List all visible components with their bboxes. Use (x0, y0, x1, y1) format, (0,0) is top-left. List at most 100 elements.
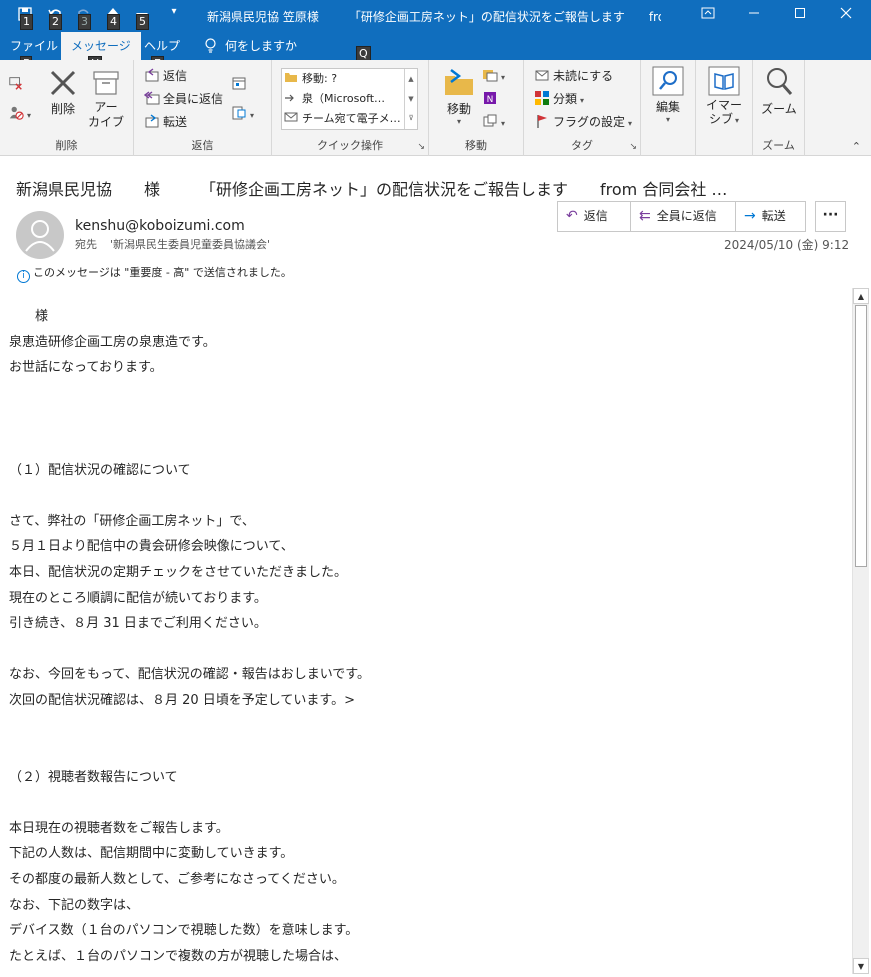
reply-arrow-icon: ↶ (566, 208, 578, 224)
body-line (9, 790, 849, 816)
title-bar: 1 2 3 4 5 ▾ 新潟県民児協 笠原様 「研修企画工房ネット」の配信状況を… (0, 0, 871, 32)
quicksteps-launcher-icon[interactable]: ↘ (417, 142, 425, 152)
minimize-icon[interactable] (731, 0, 777, 30)
body-line: 本日現在の視聴者数をご報告します。 (9, 820, 229, 836)
ribbon-group-tags: 未読にする 分類 ▾ フラグの設定 ▾ タグ ↘ (524, 60, 641, 156)
quickstep-manager-label: 泉（Microsoft… (302, 92, 386, 105)
quicksteps-expand-icon[interactable]: ⊽ (405, 109, 417, 128)
forward-icon (145, 114, 159, 128)
move-button[interactable]: 移動 ▾ (439, 68, 479, 126)
customize-qat-icon[interactable]: ▾ (163, 6, 185, 28)
team-email-icon (284, 112, 298, 122)
info-icon: i (17, 270, 30, 283)
more-actions-button[interactable]: ··· (815, 201, 846, 232)
rules-button[interactable]: ▾ (482, 66, 505, 86)
send-arrow-icon (285, 94, 294, 102)
importance-infobar: i このメッセージは "重要度 - 高" で送信されました。 (17, 264, 292, 283)
header-reply-all-button[interactable]: ⇇ 全員に返信 (631, 202, 735, 231)
maximize-icon[interactable] (777, 0, 823, 30)
scroll-thumb[interactable] (855, 305, 867, 567)
rules-icon (483, 70, 498, 82)
header-reply-label: 返信 (583, 209, 608, 223)
sender-address[interactable]: kenshu@koboizumi.com (75, 218, 245, 234)
ribbon: ▾ 削除 アー カイブ 削除 返信 全員に返信 転送 ▾ 返信 移動: ? 泉（… (0, 60, 871, 156)
ribbon-display-options-icon[interactable] (685, 0, 731, 30)
body-line: たとえば、１台のパソコンで複数の方が視聴した場合は、 (9, 948, 348, 964)
tags-launcher-icon[interactable]: ↘ (629, 142, 637, 152)
tell-me-label: 何をしますか (225, 39, 298, 53)
message-body: 様泉恵造研修企画工房の泉恵造です。 お世話になっております。 （１）配信状況の確認に… (9, 304, 849, 969)
body-line (9, 381, 849, 407)
reply-button[interactable]: 返信 (144, 66, 187, 86)
ignore-icon (9, 77, 22, 90)
svg-text:N: N (487, 95, 494, 105)
immersive-reader-button[interactable]: イマー シブ ▾ (702, 66, 746, 128)
more-respond-icon (232, 106, 246, 120)
quicksteps-up-icon[interactable]: ▲ (405, 69, 417, 89)
quickstep-to-manager[interactable]: 泉（Microsoft… (284, 89, 404, 109)
message-action-bar: ↶ 返信 ⇇ 全員に返信 → 転送 (557, 201, 806, 232)
unread-envelope-icon (535, 70, 549, 81)
collapse-ribbon-icon[interactable]: ⌃ (852, 140, 861, 153)
immersive-reader-icon (708, 66, 740, 96)
body-line (9, 406, 849, 432)
header-reply-button[interactable]: ↶ 返信 (558, 202, 630, 231)
quickstep-team-email[interactable]: チーム宛て電子メ… (284, 109, 404, 129)
junk-button[interactable]: ▾ (8, 104, 31, 124)
zoom-label: ズーム (761, 102, 797, 116)
edit-label: 編集 (655, 100, 680, 114)
window-title: 新潟県民児協 笠原様 「研修企画工房ネット」の配信状況をご報告します fro… (207, 10, 661, 24)
body-line (9, 483, 849, 509)
scroll-up-icon[interactable]: ▲ (853, 288, 869, 304)
reply-all-arrow-icon: ⇇ (639, 208, 651, 224)
body-line: 下記の人数は、配信期間中に変動していきます。 (9, 846, 294, 862)
edit-button[interactable]: 編集 ▾ (649, 66, 687, 124)
scroll-down-icon[interactable]: ▼ (853, 958, 869, 974)
avatar (16, 211, 64, 259)
junk-icon (9, 106, 24, 120)
actions-button[interactable]: ▾ (482, 112, 505, 132)
reply-icon (145, 68, 159, 82)
move-folder-icon (445, 69, 473, 95)
tab-file[interactable]: ファイル (0, 32, 68, 60)
immersive-label-line2: シブ ▾ (708, 112, 740, 126)
group-label-delete: 削除 (55, 139, 78, 152)
keytip-3: 3 (78, 14, 91, 30)
onenote-button[interactable]: N (482, 89, 501, 109)
quickstep-move[interactable]: 移動: ? (284, 69, 404, 89)
mark-unread-button[interactable]: 未読にする (534, 66, 613, 86)
categorize-button[interactable]: 分類 ▾ (534, 89, 584, 109)
forward-button[interactable]: 転送 (144, 112, 187, 132)
body-line: お世話になっております。 (9, 360, 163, 376)
more-respond-button[interactable]: ▾ (231, 104, 254, 124)
to-recipient[interactable]: '新潟県民生委員児童委員協議会' (110, 236, 270, 252)
zoom-button[interactable]: ズーム (759, 66, 799, 117)
actions-icon (483, 114, 497, 127)
reply-all-button[interactable]: 全員に返信 (144, 89, 223, 109)
body-line: なお、今回をもって、配信状況の確認・報告はおしまいです。 (9, 667, 371, 683)
body-line (9, 432, 849, 458)
ribbon-tab-row: ファイル メッセージ ヘルプ 何をしますか F H E Q (0, 32, 871, 72)
move-label: 移動 (446, 102, 471, 116)
archive-button[interactable]: アー カイブ (86, 68, 126, 130)
close-icon[interactable] (823, 0, 869, 30)
forward-arrow-icon: → (744, 208, 756, 224)
quicksteps-scroll[interactable]: ▲ ▼ ⊽ (404, 69, 417, 129)
body-scrollbar[interactable]: ▲ ▼ (852, 288, 869, 974)
quicksteps-down-icon[interactable]: ▼ (405, 89, 417, 109)
delete-button[interactable]: 削除 (46, 68, 80, 117)
group-label-move: 移動 (465, 139, 487, 152)
meeting-reply-button[interactable] (231, 74, 250, 94)
body-line: その都度の最新人数として、ご参考になさってください。 (9, 872, 345, 888)
header-forward-button[interactable]: → 転送 (736, 202, 806, 231)
ribbon-group-zoom: ズーム ズーム (753, 60, 805, 156)
message-subject: 新潟県民児協 様 「研修企画工房ネット」の配信状況をご報告します from 合同… (16, 180, 728, 199)
tell-me-search[interactable]: 何をしますか (204, 32, 297, 60)
follow-up-button[interactable]: フラグの設定 ▾ (534, 112, 632, 132)
message-date: 2024/05/10 (金) 9:12 (724, 238, 850, 252)
header-reply-all-label: 全員に返信 (656, 209, 717, 223)
archive-box-icon (93, 71, 119, 95)
mark-unread-label: 未読にする (553, 69, 614, 83)
delete-x-icon (50, 70, 76, 96)
ignore-button[interactable] (8, 74, 27, 94)
